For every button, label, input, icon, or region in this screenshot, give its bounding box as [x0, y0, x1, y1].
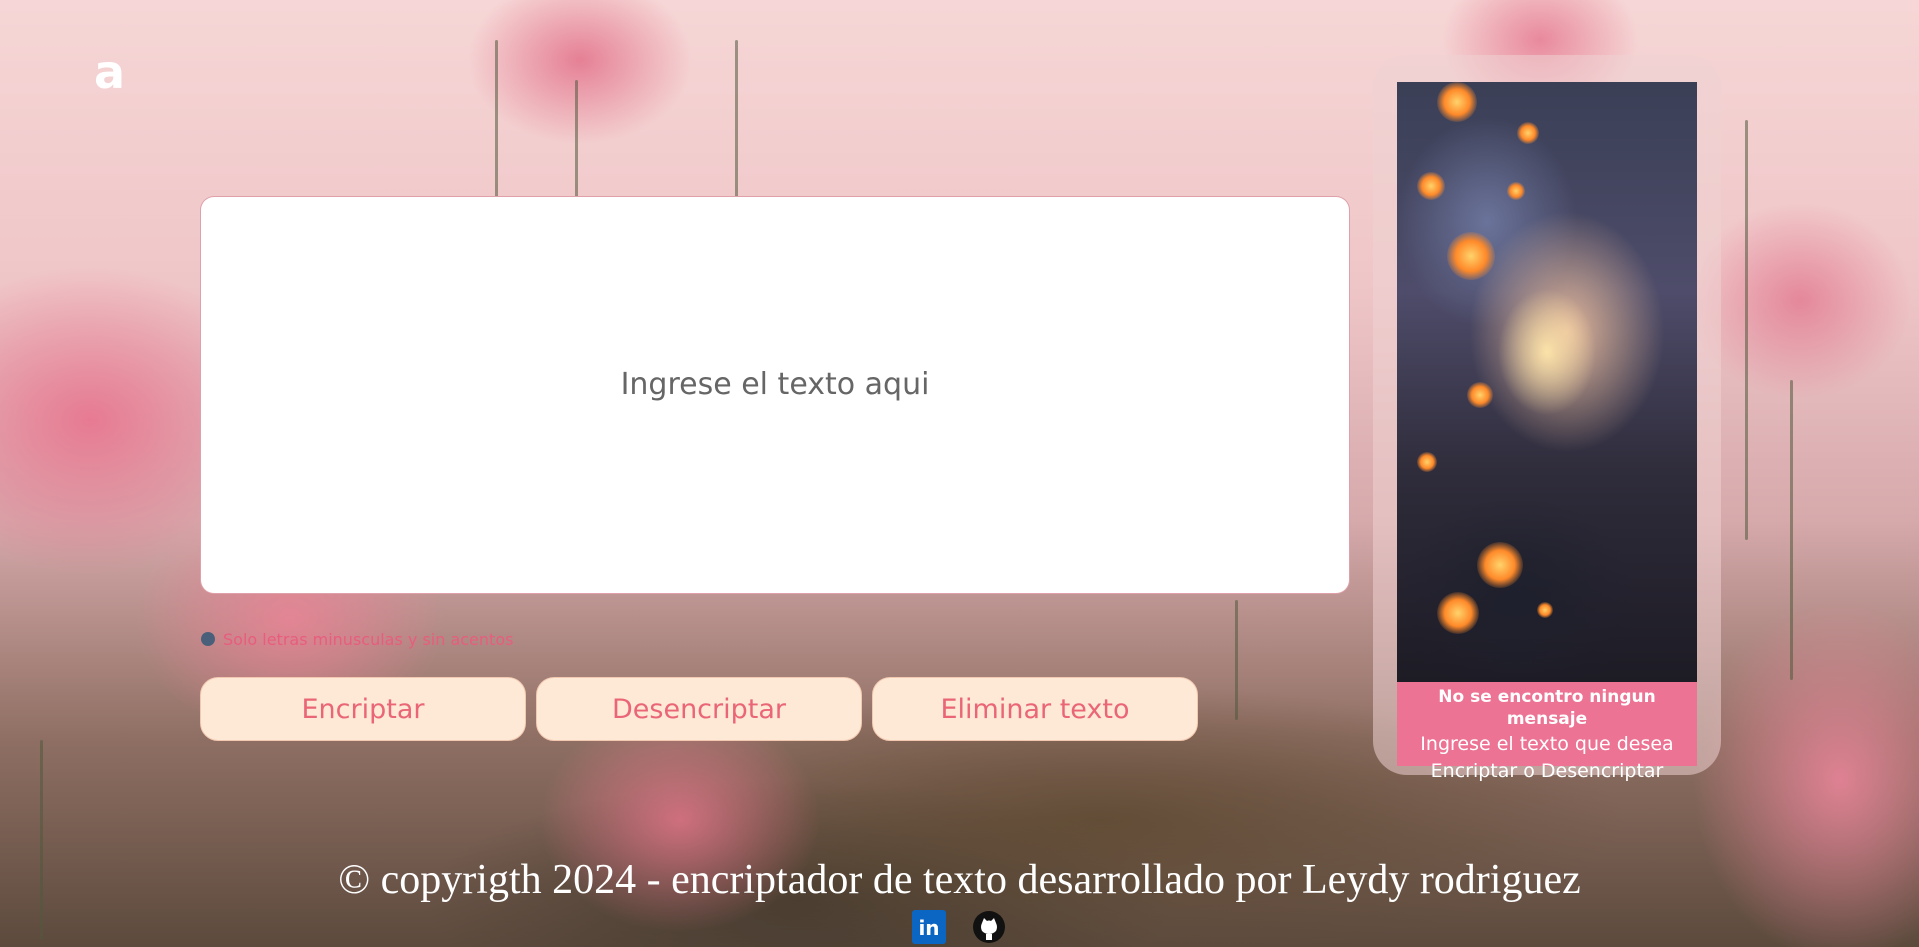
input-hint-text: Solo letras minusculas y sin acentos [223, 629, 514, 649]
text-input-panel [200, 196, 1350, 594]
github-icon [973, 911, 1005, 943]
clear-text-button[interactable]: Eliminar texto [872, 677, 1198, 741]
text-input[interactable] [201, 197, 1349, 593]
decrypt-button[interactable]: Desencriptar [536, 677, 862, 741]
info-icon [201, 632, 215, 646]
linkedin-link[interactable]: in [912, 910, 946, 944]
illustration-image [1397, 82, 1697, 682]
result-instruction-line-2: Encriptar o Desencriptar [1430, 760, 1664, 782]
encrypt-button[interactable]: Encriptar [200, 677, 526, 741]
linkedin-icon: in [912, 910, 946, 944]
github-link[interactable] [972, 910, 1006, 944]
logo: a [94, 45, 126, 99]
result-instruction-line-1: Ingrese el texto que desea [1420, 733, 1674, 755]
linkedin-icon-text: in [918, 916, 939, 940]
result-message: No se encontro ningun mensaje Ingrese el… [1397, 682, 1697, 782]
input-hint: Solo letras minusculas y sin acentos [201, 628, 513, 650]
footer-copyright: © copyrigth 2024 - encriptador de texto … [338, 857, 1581, 903]
result-title: No se encontro ningun mensaje [1438, 687, 1656, 729]
